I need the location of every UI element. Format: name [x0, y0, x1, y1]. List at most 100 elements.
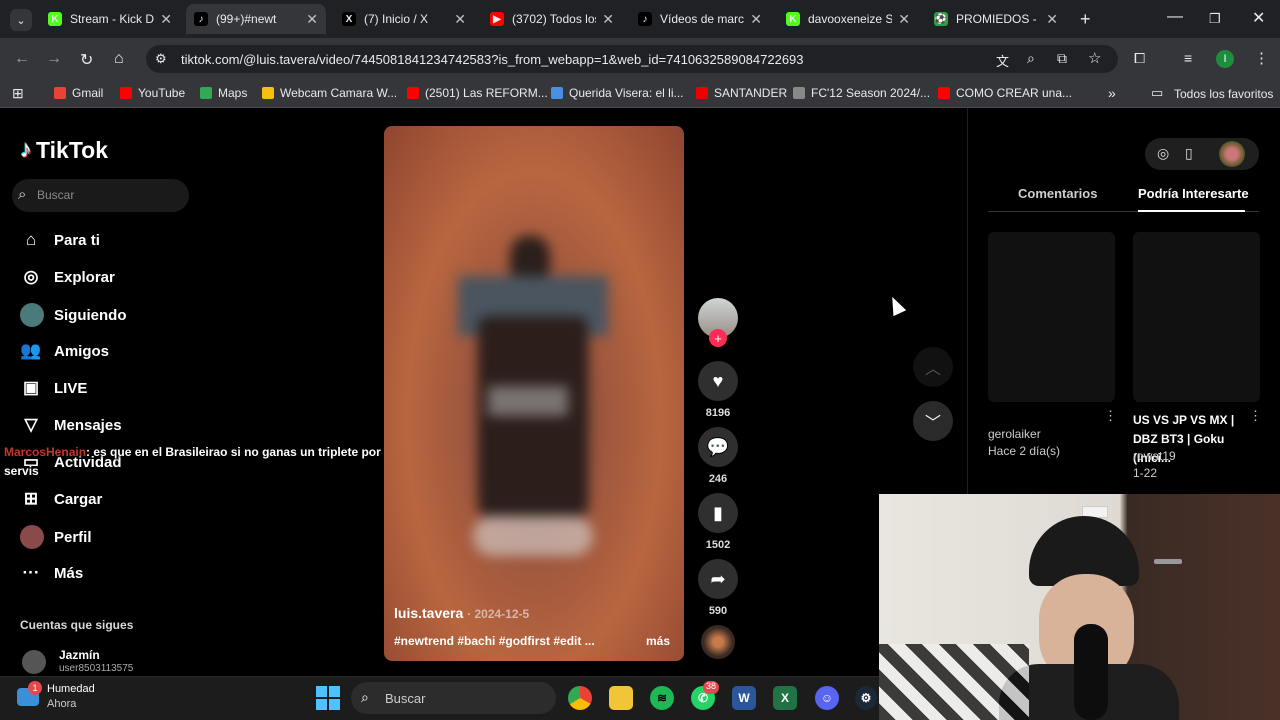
install-app-icon[interactable]: ⧉ — [1057, 50, 1067, 67]
nav-item-amigos[interactable]: 👥 Amigos — [20, 340, 109, 362]
next-video-button[interactable]: ﹀ — [913, 401, 953, 441]
tiktok-search-input[interactable]: ⌕ Buscar — [12, 179, 189, 212]
minimize-window-button[interactable]: — — [1167, 8, 1183, 26]
share-arrow-icon[interactable]: ➦ — [698, 559, 738, 599]
browser-tab[interactable]: Kdavooxeneize St ✕ — [778, 4, 918, 34]
url-text[interactable]: tiktok.com/@luis.tavera/video/7445081841… — [181, 52, 804, 67]
media-control-icon[interactable]: ≡ — [1184, 50, 1192, 66]
nav-item-cargar[interactable]: ⊞ Cargar — [20, 488, 102, 510]
mobile-device-icon[interactable]: ▯ — [1185, 145, 1193, 162]
nav-item-perfil[interactable]: ● Perfil — [20, 525, 92, 549]
bookmark-star-icon[interactable]: ☆ — [1088, 49, 1101, 67]
back-icon[interactable]: ← — [14, 50, 30, 68]
card-more-icon[interactable]: ⋮ — [1104, 408, 1117, 424]
bookmark-item[interactable]: Gmail — [54, 86, 103, 100]
site-info-icon[interactable]: ⚙ — [155, 51, 167, 67]
tab-close-icon[interactable]: ✕ — [454, 11, 466, 28]
browser-tab[interactable]: X (7) Inicio / X ✕ — [334, 4, 474, 34]
previous-video-button[interactable]: ︿ — [913, 347, 953, 387]
like-heart-icon[interactable]: ♥ — [698, 361, 738, 401]
nav-item-para-ti[interactable]: ⌂ Para ti — [20, 229, 100, 251]
nav-item-label: Mensajes — [54, 416, 122, 434]
save-count: 1502 — [705, 539, 731, 551]
video-card-thumbnail[interactable] — [1133, 232, 1260, 402]
tab-search-button[interactable]: ⌄ — [10, 9, 32, 31]
video-author-name[interactable]: luis.tavera — [394, 605, 463, 621]
tab-comments[interactable]: Comentarios — [1018, 186, 1097, 201]
close-window-button[interactable]: ✕ — [1252, 8, 1265, 28]
all-favorites-folder[interactable]: Todos los favoritos — [1174, 87, 1273, 101]
chrome-icon[interactable] — [568, 686, 592, 710]
card-meta: 1-22 — [1133, 466, 1158, 480]
bookmark-item[interactable]: Querida Visera: el li... — [551, 86, 684, 100]
nav-item-live[interactable]: ▣ LIVE — [20, 377, 87, 399]
zoom-icon[interactable]: ⌕ — [1027, 50, 1035, 67]
forward-icon[interactable]: → — [46, 50, 62, 68]
word-icon[interactable]: W — [732, 686, 756, 710]
extensions-icon[interactable]: ⧠ — [1134, 50, 1145, 67]
excel-icon[interactable]: X — [773, 686, 797, 710]
tab-close-icon[interactable]: ✕ — [750, 11, 762, 28]
apps-grid-icon[interactable]: ⊞ — [12, 85, 24, 102]
following-account-avatar[interactable] — [22, 650, 46, 674]
browser-tab[interactable]: ⚽ PROMIEDOS - F ✕ — [926, 4, 1066, 34]
tab-close-icon[interactable]: ✕ — [602, 11, 614, 28]
card-author[interactable]: rowat19 — [1133, 449, 1176, 463]
following-account-name[interactable]: Jazmín — [59, 648, 100, 662]
video-player[interactable]: luis.tavera · 2024-12-5 #newtrend #bachi… — [384, 126, 684, 661]
explore-compass-icon[interactable]: ◎ — [1157, 145, 1169, 162]
card-more-icon[interactable]: ⋮ — [1249, 408, 1262, 424]
browser-tab[interactable]: ♪ (99+)#newt ✕ — [186, 4, 326, 34]
video-caption[interactable]: #newtrend #bachi #godfirst #edit ... — [394, 634, 595, 648]
bookmarks-overflow-button[interactable]: » — [1108, 85, 1116, 101]
translate-icon[interactable]: 文 — [996, 51, 1009, 70]
nav-item-explorar[interactable]: ◎ Explorar — [20, 266, 115, 288]
tab-close-icon[interactable]: ✕ — [1046, 11, 1058, 28]
restore-window-button[interactable]: ❐ — [1209, 11, 1221, 27]
new-tab-button[interactable]: + — [1080, 9, 1091, 30]
nav-item-siguiendo[interactable]: ● Siguiendo — [20, 303, 127, 327]
tab-podria-interesarte[interactable]: Podría Interesarte — [1138, 186, 1249, 201]
taskbar-search[interactable]: ⌕ Buscar — [351, 682, 556, 714]
spotify-icon[interactable]: ≋ — [650, 686, 674, 710]
weather-title[interactable]: Humedad — [47, 683, 95, 695]
video-author[interactable]: luis.tavera · 2024-12-5 — [394, 605, 529, 621]
card-author[interactable]: gerolaiker — [988, 427, 1041, 441]
browser-tab[interactable]: ▶ (3702) Todos los ✕ — [482, 4, 622, 34]
steam-icon[interactable]: ⚙ — [855, 686, 877, 710]
tab-favicon-icon: ▶ — [490, 12, 504, 26]
file-explorer-icon[interactable] — [609, 686, 633, 710]
comment-icon[interactable]: 💬 — [698, 427, 738, 467]
bookmark-item[interactable]: Webcam Camara W... — [262, 86, 397, 100]
bookmark-item[interactable]: SANTANDER — [696, 86, 787, 100]
nav-item-label: Cargar — [54, 490, 103, 508]
home-icon[interactable]: ⌂ — [114, 50, 124, 68]
bookmark-item[interactable]: FC'12 Season 2024/... — [793, 86, 930, 100]
bookmark-icon[interactable]: ▮ — [698, 493, 738, 533]
browser-tab[interactable]: ♪ Vídeos de marcl ✕ — [630, 4, 770, 34]
reload-icon[interactable]: ↻ — [80, 50, 93, 70]
bookmark-item[interactable]: COMO CREAR una... — [938, 86, 1072, 100]
nav-item-más[interactable]: ··· Más — [20, 562, 84, 584]
video-card-thumbnail[interactable] — [988, 232, 1115, 402]
follow-plus-icon[interactable]: + — [709, 329, 727, 347]
tiktok-logo[interactable]: ♪ TikTok — [20, 136, 108, 164]
browser-tab[interactable]: K Stream - Kick Da ✕ — [40, 4, 180, 34]
user-avatar-icon[interactable] — [1219, 141, 1245, 167]
profile-avatar[interactable]: I — [1216, 50, 1234, 68]
discord-icon[interactable]: ☺ — [815, 686, 839, 710]
windows-start-icon[interactable] — [316, 686, 340, 710]
tab-close-icon[interactable]: ✕ — [306, 11, 318, 28]
tab-title: Stream - Kick Da — [70, 12, 155, 26]
nav-item-label: Siguiendo — [54, 306, 127, 324]
nav-item-mensajes[interactable]: ▽ Mensajes — [20, 414, 122, 436]
tab-favicon-icon: K — [786, 12, 800, 26]
tab-close-icon[interactable]: ✕ — [160, 11, 172, 28]
browser-menu-icon[interactable]: ⋮ — [1254, 49, 1269, 67]
caption-more-button[interactable]: más — [646, 634, 670, 648]
music-disc-icon[interactable] — [701, 625, 735, 659]
tab-close-icon[interactable]: ✕ — [898, 11, 910, 28]
bookmark-item[interactable]: Maps — [200, 86, 247, 100]
bookmark-item[interactable]: (2501) Las REFORM... — [407, 86, 548, 100]
bookmark-item[interactable]: YouTube — [120, 86, 185, 100]
